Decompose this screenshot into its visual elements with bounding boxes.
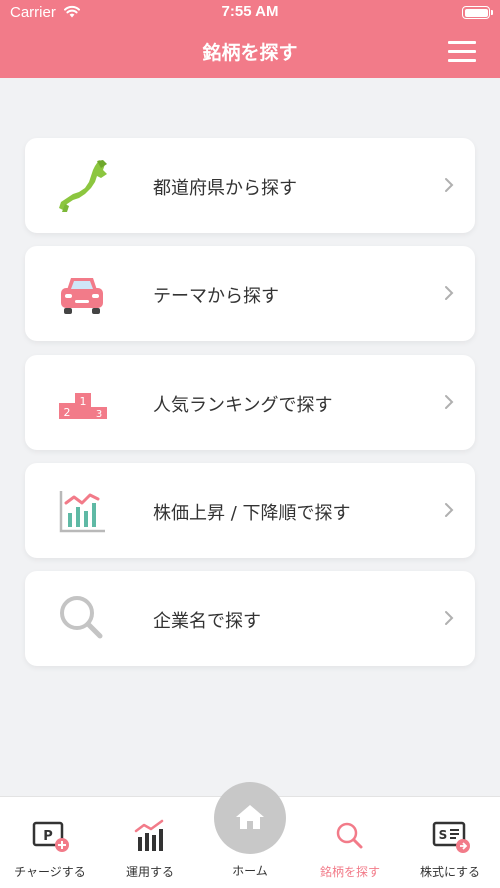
search-by-price-change-card[interactable]: 株価上昇 / 下降順で探す: [25, 463, 475, 558]
point-charge-icon: P: [32, 821, 69, 852]
search-by-prefecture-label: 都道府県から探す: [153, 178, 297, 199]
page-title: 銘柄を探す: [202, 42, 298, 64]
home-button[interactable]: [214, 782, 286, 854]
battery-icon: [462, 6, 493, 19]
tab-convert-to-stock[interactable]: S 株式にする: [400, 797, 500, 888]
podium-icon: 1 2 3: [59, 393, 107, 420]
status-bar: Carrier 7:55 AM: [0, 0, 500, 26]
japan-map-icon: [59, 160, 107, 212]
tab-charge-label: チャージする: [14, 865, 86, 879]
chevron-right-icon: [445, 611, 454, 625]
car-icon: [61, 278, 103, 314]
chart-icon: [134, 819, 164, 851]
search-by-theme-label: テーマから探す: [153, 286, 279, 307]
hamburger-menu-icon[interactable]: [448, 40, 476, 64]
podium-second-text: 2: [64, 406, 71, 419]
search-by-theme-card[interactable]: テーマから探す: [25, 246, 475, 341]
stock-certificate-icon: S: [432, 821, 470, 853]
chevron-right-icon: [445, 503, 454, 517]
search-by-ranking-label: 人気ランキングで探す: [153, 395, 333, 416]
tab-search-stocks[interactable]: 銘柄を探す: [300, 797, 400, 888]
podium-third-text: 3: [96, 409, 102, 420]
chevron-right-icon: [445, 178, 454, 192]
tab-search-stocks-label: 銘柄を探す: [319, 865, 380, 879]
search-by-prefecture-card[interactable]: 都道府県から探す: [25, 138, 475, 233]
tab-invest[interactable]: 運用する: [100, 797, 200, 888]
header-bar: Carrier 7:55 AM 銘柄を探す: [0, 0, 500, 78]
charge-icon-text: P: [43, 829, 53, 844]
chevron-right-icon: [445, 395, 454, 409]
status-time: 7:55 AM: [221, 3, 279, 20]
home-icon: [236, 805, 264, 829]
chevron-right-icon: [445, 286, 454, 300]
podium-first-text: 1: [80, 395, 87, 408]
tab-charge[interactable]: P チャージする: [0, 797, 100, 888]
search-by-ranking-card[interactable]: 1 2 3 人気ランキングで探す: [25, 355, 475, 450]
search-icon: [60, 596, 103, 639]
stock-chart-icon: [59, 491, 105, 533]
tab-invest-label: 運用する: [125, 865, 174, 879]
search-icon: [336, 822, 363, 849]
tab-convert-to-stock-label: 株式にする: [419, 865, 481, 879]
stock-icon-text: S: [439, 828, 448, 842]
search-by-company-label: 企業名で探す: [153, 611, 261, 632]
search-by-company-card[interactable]: 企業名で探す: [25, 571, 475, 666]
search-by-price-change-label: 株価上昇 / 下降順で探す: [153, 503, 351, 524]
tab-home-label: ホーム: [232, 864, 268, 878]
